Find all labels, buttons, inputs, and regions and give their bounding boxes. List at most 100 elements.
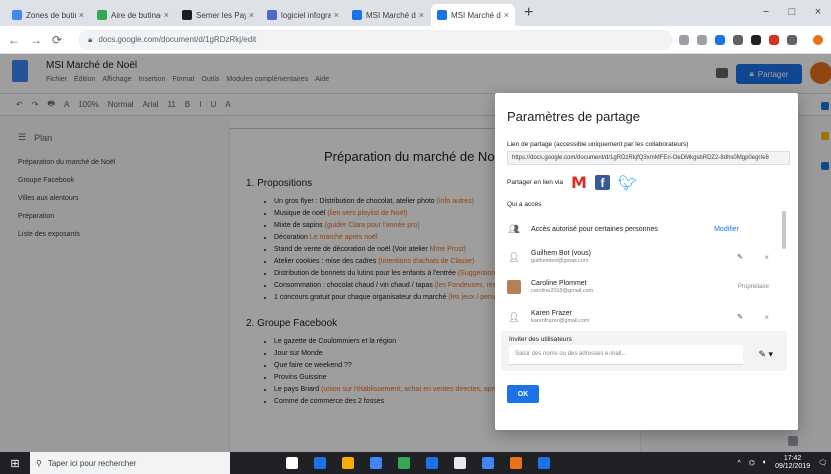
edge-icon[interactable] <box>314 457 326 469</box>
clock[interactable]: 17:42 09/12/2019 <box>775 455 810 471</box>
permission-dropdown[interactable]: Propriétaire <box>738 284 769 290</box>
explore-icon[interactable] <box>788 436 798 446</box>
taskbar-search-placeholder: Taper ici pour rechercher <box>47 458 137 468</box>
tab-close-icon[interactable]: × <box>249 10 254 20</box>
invite-input[interactable]: Saisir des noms ou des adresses e-mail..… <box>509 345 743 365</box>
person-email: caroline2018@gmail.com <box>531 288 594 294</box>
tab-favicon-icon <box>352 10 362 20</box>
profile-icon[interactable] <box>813 34 823 45</box>
store-icon[interactable] <box>370 457 382 469</box>
browser-tab[interactable]: Aire de butinage× <box>91 4 175 26</box>
access-setting-text: Accès autorisé pour certaines personnes <box>531 225 658 233</box>
new-tab-button[interactable]: + <box>524 4 533 22</box>
tab-title: MSI Marché de Noël <box>366 10 416 20</box>
access-setting-row: 👥︎ Accès autorisé pour certaines personn… <box>507 215 783 243</box>
back-icon[interactable]: ← <box>8 33 20 47</box>
maximize-button[interactable]: □ <box>779 0 805 24</box>
browser-tab[interactable]: MSI Marché de Noël× <box>346 4 430 26</box>
extension-icon[interactable] <box>787 34 797 45</box>
share-via-label: Partager en lien via <box>507 179 564 186</box>
person-info: Guilhem Bot (vous) guilhembot@gmail.com <box>531 250 591 264</box>
lock-icon: 🔒︎ <box>88 34 93 44</box>
close-window-button[interactable]: × <box>805 0 831 24</box>
person-info: Karen Frazer karenfrazer@gmail.com <box>531 310 589 324</box>
chrome-icon[interactable] <box>398 457 410 469</box>
explorer-icon[interactable] <box>342 457 354 469</box>
bookmark-icon[interactable] <box>697 34 707 45</box>
volume-icon[interactable]: 🔈︎ <box>763 459 767 467</box>
tray-arrow-icon[interactable]: ^ <box>737 460 740 467</box>
tab-close-icon[interactable]: × <box>79 10 84 20</box>
avatar <box>507 280 521 294</box>
extension-icon[interactable] <box>733 34 743 45</box>
url-input[interactable]: 🔒︎ docs.google.com/document/d/1gRDzRkj/e… <box>78 29 673 50</box>
tab-close-icon[interactable]: × <box>504 10 509 20</box>
share-link-field[interactable]: https://docs.google.com/document/d/1gRDz… <box>507 151 790 165</box>
tab-title: Zones de butinage? D. <box>26 10 76 20</box>
firefox-icon[interactable] <box>510 457 522 469</box>
browser-tab[interactable]: Semer les Paysans× <box>176 4 260 26</box>
invite-section: Inviter des utilisateurs Saisir des noms… <box>501 331 787 371</box>
tab-close-icon[interactable]: × <box>164 10 169 20</box>
notifications-icon[interactable]: 🗨︎ <box>818 459 827 467</box>
minimize-button[interactable]: − <box>753 0 779 24</box>
browser-tab[interactable]: Zones de butinage? D.× <box>6 4 90 26</box>
person-email: guilhembot@gmail.com <box>531 258 589 264</box>
forward-icon[interactable]: → <box>30 33 42 47</box>
word-icon[interactable] <box>538 457 550 469</box>
ok-button[interactable]: OK <box>507 385 539 403</box>
tab-favicon-icon <box>437 10 447 20</box>
app-icon[interactable] <box>454 457 466 469</box>
remove-person-icon[interactable]: × <box>764 253 769 262</box>
clock-time: 17:42 <box>783 455 802 462</box>
tab-title: Semer les Paysans <box>196 10 246 20</box>
remove-person-icon[interactable]: × <box>764 313 769 322</box>
search-icon: ⚲ <box>36 458 42 468</box>
person-info: Caroline Plommet caroline2018@gmail.com <box>531 280 593 294</box>
gmail-icon[interactable]: M <box>571 173 587 192</box>
access-list-scrollbar[interactable] <box>782 211 786 249</box>
extension-icon[interactable] <box>715 34 725 45</box>
tab-favicon-icon <box>97 10 107 20</box>
person-email: karenfrazer@gmail.com <box>531 318 590 324</box>
extensions <box>679 34 823 45</box>
window-controls: − □ × <box>753 0 831 24</box>
address-bar-row: ← → ⟳ 🔒︎ docs.google.com/document/d/1gRD… <box>0 26 831 54</box>
network-icon[interactable]: ⌬ <box>749 459 755 467</box>
edit-permission-icon[interactable]: ✎ ▾ <box>758 349 773 360</box>
person-name: Karen Frazer <box>531 310 572 317</box>
permission-dropdown[interactable]: ✎ <box>737 253 743 261</box>
tab-close-icon[interactable]: × <box>334 10 339 20</box>
taskbar-search[interactable]: ⚲ Taper ici pour rechercher <box>30 452 230 474</box>
extension-icon[interactable] <box>769 34 779 45</box>
photos-icon[interactable] <box>482 457 494 469</box>
user-photo-icon <box>507 280 521 294</box>
browser-tab-strip: Zones de butinage? D.×Aire de butinage×S… <box>0 0 831 26</box>
tab-close-icon[interactable]: × <box>419 10 424 20</box>
clock-date: 09/12/2019 <box>775 463 811 470</box>
dialog-title: Paramètres de partage <box>507 109 640 124</box>
modify-access-link[interactable]: Modifier <box>714 226 739 233</box>
mail-icon[interactable] <box>426 457 438 469</box>
reload-icon[interactable]: ⟳ <box>52 33 62 47</box>
tab-favicon-icon <box>182 10 192 20</box>
share-link-label: Lien de partage (accessible uniquement p… <box>507 141 689 148</box>
translate-icon[interactable] <box>679 34 689 45</box>
tab-title: Aire de butinage <box>111 10 161 20</box>
people-icon: 👥︎ <box>508 223 520 234</box>
person-icon: 👤︎ <box>508 251 520 262</box>
browser-tab[interactable]: MSI Marché de Noël× <box>431 4 515 26</box>
browser-tab[interactable]: logiciel infographie× <box>261 4 345 26</box>
permission-dropdown[interactable]: ✎ <box>737 313 743 321</box>
extension-icon[interactable] <box>751 34 761 45</box>
windows-taskbar: ⊞ ⚲ Taper ici pour rechercher ^ ⌬ 🔈︎ 17:… <box>0 452 831 474</box>
tab-favicon-icon <box>267 10 277 20</box>
sharing-settings-dialog: Paramètres de partage Lien de partage (a… <box>495 93 798 430</box>
windows-start-icon[interactable]: ⊞ <box>0 452 30 474</box>
person-icon: 👤︎ <box>508 311 520 322</box>
facebook-icon[interactable]: f <box>594 175 610 190</box>
who-has-access-label: Qui a accès <box>507 201 542 208</box>
access-person-row: 👤︎ Guilhem Bot (vous) guilhembot@gmail.com… <box>507 243 783 271</box>
twitter-icon[interactable]: 🐦︎ <box>618 174 637 192</box>
task-view-icon[interactable] <box>286 457 298 469</box>
